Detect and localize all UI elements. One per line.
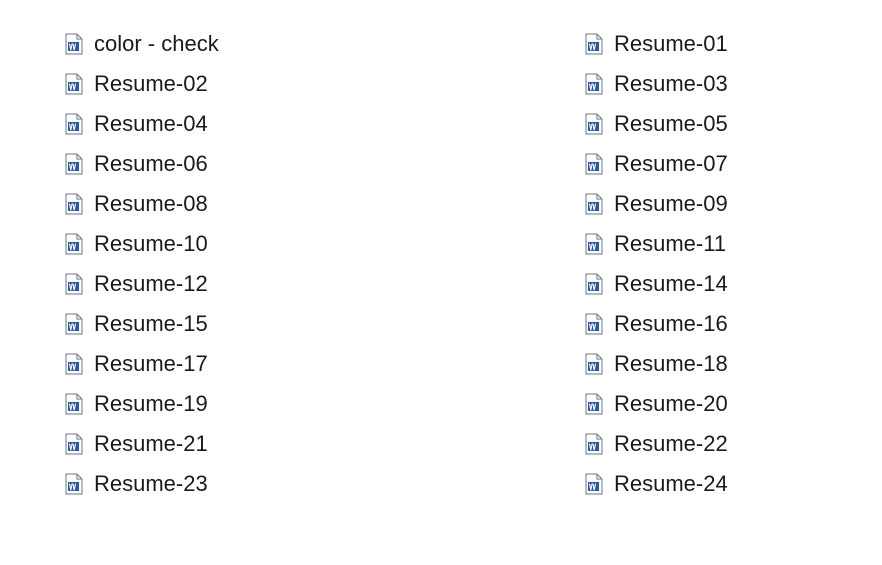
word-document-icon	[584, 393, 604, 415]
file-item[interactable]: Resume-14	[580, 264, 820, 304]
word-document-icon	[64, 473, 84, 495]
file-label: Resume-02	[94, 71, 208, 97]
word-document-icon	[584, 353, 604, 375]
file-item[interactable]: Resume-08	[60, 184, 300, 224]
file-label: Resume-15	[94, 311, 208, 337]
word-document-icon	[64, 73, 84, 95]
file-item[interactable]: Resume-23	[60, 464, 300, 504]
file-item[interactable]: Resume-10	[60, 224, 300, 264]
word-document-icon	[64, 353, 84, 375]
file-item[interactable]: Resume-15	[60, 304, 300, 344]
file-item[interactable]: Resume-11	[580, 224, 820, 264]
word-document-icon	[64, 393, 84, 415]
file-label: Resume-22	[614, 431, 728, 457]
file-item[interactable]: Resume-24	[580, 464, 820, 504]
word-document-icon	[584, 113, 604, 135]
file-item[interactable]: Resume-16	[580, 304, 820, 344]
file-item[interactable]: Resume-07	[580, 144, 820, 184]
word-document-icon	[584, 233, 604, 255]
file-label: Resume-20	[614, 391, 728, 417]
file-label: Resume-03	[614, 71, 728, 97]
file-item[interactable]: Resume-21	[60, 424, 300, 464]
word-document-icon	[584, 433, 604, 455]
file-label: Resume-12	[94, 271, 208, 297]
file-label: Resume-09	[614, 191, 728, 217]
file-item[interactable]: Resume-12	[60, 264, 300, 304]
file-item[interactable]: Resume-20	[580, 384, 820, 424]
word-document-icon	[64, 113, 84, 135]
word-document-icon	[64, 193, 84, 215]
file-label: Resume-07	[614, 151, 728, 177]
file-item[interactable]: Resume-04	[60, 104, 300, 144]
file-item[interactable]: Resume-06	[60, 144, 300, 184]
file-item[interactable]: Resume-18	[580, 344, 820, 384]
word-document-icon	[584, 193, 604, 215]
word-document-icon	[64, 153, 84, 175]
file-label: Resume-04	[94, 111, 208, 137]
file-item[interactable]: Resume-01	[580, 24, 820, 64]
file-label: Resume-14	[614, 271, 728, 297]
file-label: Resume-23	[94, 471, 208, 497]
file-item[interactable]: Resume-03	[580, 64, 820, 104]
file-item[interactable]: Resume-22	[580, 424, 820, 464]
word-document-icon	[584, 273, 604, 295]
file-label: color - check	[94, 31, 219, 57]
word-document-icon	[64, 273, 84, 295]
file-label: Resume-11	[614, 231, 726, 257]
file-label: Resume-18	[614, 351, 728, 377]
file-label: Resume-19	[94, 391, 208, 417]
file-label: Resume-17	[94, 351, 208, 377]
word-document-icon	[584, 33, 604, 55]
word-document-icon	[584, 73, 604, 95]
file-label: Resume-08	[94, 191, 208, 217]
file-list: color - check Resume-02	[60, 24, 830, 524]
file-item[interactable]: Resume-17	[60, 344, 300, 384]
file-item[interactable]: Resume-05	[580, 104, 820, 144]
word-document-icon	[64, 33, 84, 55]
file-item[interactable]: Resume-02	[60, 64, 300, 104]
file-item[interactable]: Resume-19	[60, 384, 300, 424]
file-label: Resume-16	[614, 311, 728, 337]
file-item[interactable]: Resume-09	[580, 184, 820, 224]
file-item[interactable]: color - check	[60, 24, 300, 64]
file-label: Resume-24	[614, 471, 728, 497]
word-document-icon	[584, 473, 604, 495]
file-label: Resume-21	[94, 431, 208, 457]
file-label: Resume-10	[94, 231, 208, 257]
word-document-icon	[64, 233, 84, 255]
word-document-icon	[64, 433, 84, 455]
word-document-icon	[64, 313, 84, 335]
file-label: Resume-05	[614, 111, 728, 137]
word-document-icon	[584, 313, 604, 335]
word-document-icon	[584, 153, 604, 175]
file-label: Resume-01	[614, 31, 728, 57]
file-label: Resume-06	[94, 151, 208, 177]
